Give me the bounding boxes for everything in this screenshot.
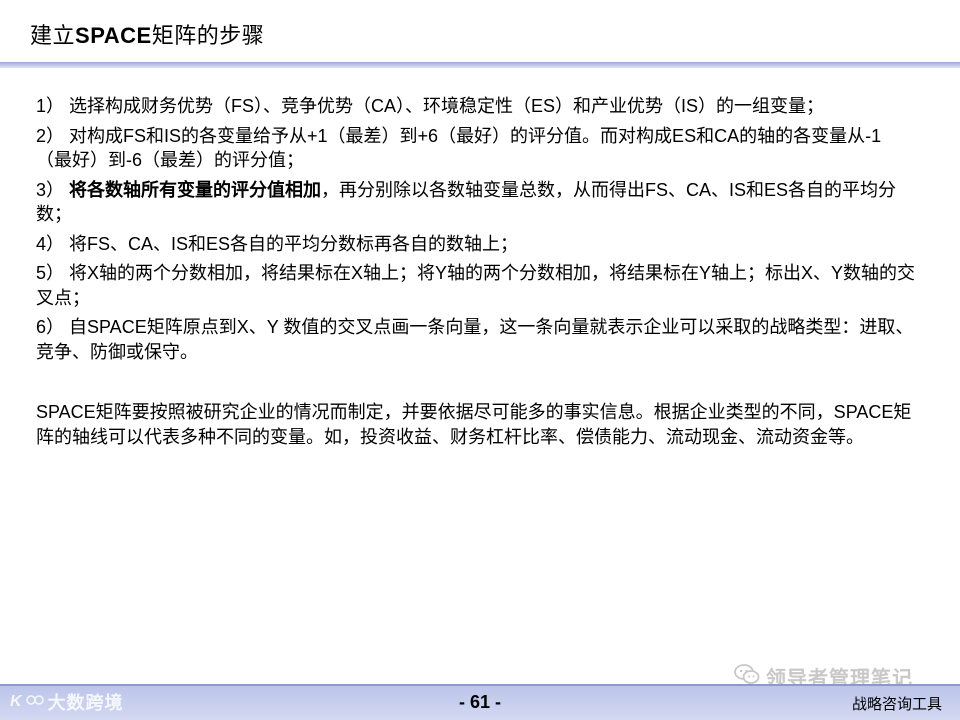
- note-paragraph: SPACE矩阵要按照被研究企业的情况而制定，并要依据尽可能多的事实信息。根据企业…: [36, 402, 912, 447]
- title-prefix: 建立: [30, 23, 76, 48]
- title-divider: [0, 62, 960, 68]
- page-number: - 61 -: [458, 692, 501, 712]
- step-2: 2） 对构成FS和IS的各变量给予从+1（最差）到+6（最好）的评分值。而对构成…: [36, 125, 882, 171]
- title-suffix: 矩阵的步骤: [151, 23, 265, 48]
- step-3-prefix: 3）: [36, 179, 70, 200]
- step-4: 4） 将FS、CA、IS和ES各自的平均分数标再各自的数轴上；: [36, 233, 519, 254]
- step-3-bold: 将各数轴所有变量的评分值相加: [69, 179, 322, 200]
- step-6: 6） 自SPACE矩阵原点到X、Y 数值的交叉点画一条向量，这一条向量就表示企业…: [36, 317, 914, 362]
- footer-label: 战略咨询工具: [851, 696, 942, 713]
- slide-title: 建立SPACE矩阵的步骤: [30, 18, 264, 50]
- step-3: 3） 将各数轴所有变量的评分值相加，再分别除以各数轴变量总数，从而得出FS、CA…: [36, 178, 916, 227]
- slide-body: 1） 选择构成财务优势（FS）、竞争优势（CA）、环境稳定性（ES）和产业优势（…: [36, 94, 916, 454]
- title-bold: SPACE: [75, 23, 152, 48]
- step-5: 5） 将X轴的两个分数相加，将结果标在X轴上；将Y轴的两个分数相加，将结果标在Y…: [36, 263, 916, 308]
- step-1: 1） 选择构成财务优势（FS）、竞争优势（CA）、环境稳定性（ES）和产业优势（…: [36, 96, 825, 116]
